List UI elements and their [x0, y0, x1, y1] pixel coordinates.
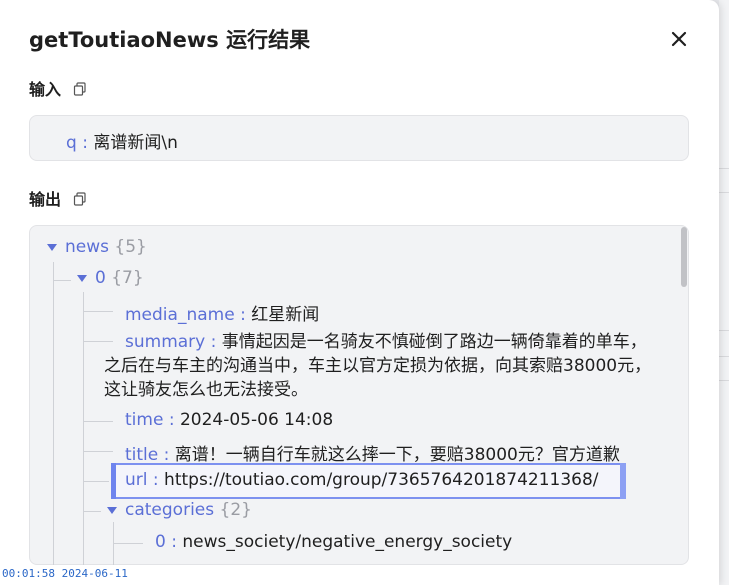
close-icon[interactable]: [668, 28, 690, 50]
tree-guide-line: [83, 481, 109, 482]
field-separator: :: [205, 332, 222, 352]
background-divider: [719, 380, 729, 381]
tree-field-time: time : 2024-05-06 14:08: [125, 410, 333, 430]
input-section-header: 输入: [29, 76, 87, 100]
field-separator: :: [234, 305, 252, 325]
field-value-line: 之后在与车主的沟通当中，车主以官方定损为依据，向其索赔38000元，: [104, 356, 652, 376]
copy-icon[interactable]: [73, 191, 87, 206]
field-key: title: [125, 445, 159, 465]
output-scrollbar[interactable]: [681, 227, 687, 287]
run-result-dialog: getToutiaoNews 运行结果 输入 q : 离谱新闻\n 输出 new…: [0, 0, 719, 585]
selection-marker-left: [111, 463, 116, 499]
field-separator: :: [165, 532, 183, 552]
background-divider: [719, 192, 729, 193]
input-param-separator: :: [76, 133, 94, 153]
background-window-edge: [719, 0, 729, 585]
input-param-key: q: [66, 133, 77, 153]
tree-guide-line: [83, 451, 113, 452]
selection-marker-right: [620, 463, 626, 499]
field-key: summary: [125, 332, 206, 352]
tree-guide-line: [53, 280, 71, 281]
tree-field-media-name: media_name : 红星新闻: [125, 300, 319, 325]
field-value: 2024-05-06 14:08: [179, 410, 334, 430]
input-label: 输入: [29, 80, 62, 99]
tree-key: categories: [125, 500, 215, 520]
tree-node-item-0[interactable]: 0 {7}: [77, 268, 144, 288]
field-key: time: [125, 410, 164, 430]
tree-key: 0: [95, 268, 106, 288]
tree-count: {5}: [114, 237, 147, 257]
output-label: 输出: [29, 190, 62, 209]
tree-field-url[interactable]: url : https://toutiao.com/group/73657642…: [125, 470, 599, 490]
tree-key: news: [65, 237, 109, 257]
tree-guide-line: [113, 543, 143, 544]
input-param-value: 离谱新闻\n: [93, 133, 178, 153]
tree-guide-line: [53, 262, 54, 565]
tree-guide-line: [83, 421, 113, 422]
tree-count: {7}: [111, 268, 144, 288]
tree-guide-line: [83, 292, 84, 565]
field-separator: :: [163, 410, 180, 430]
tree-count: {2}: [219, 500, 252, 520]
input-panel: q : 离谱新闻\n: [29, 115, 689, 161]
tree-guide-line: [83, 311, 113, 312]
close-button[interactable]: [668, 28, 690, 50]
background-divider: [719, 168, 729, 169]
tree-guide-line: [83, 511, 101, 512]
caret-down-icon[interactable]: [107, 506, 117, 514]
field-value[interactable]: https://toutiao.com/group/73657642018742…: [164, 470, 598, 490]
field-value: 离谱！一辆自行车就这么摔一下，要赔38000元？官方道歉: [174, 445, 620, 465]
field-value-line: 这让骑友怎么也无法接受。: [104, 380, 308, 400]
output-section-header: 输出: [29, 186, 87, 210]
tree-node-categories[interactable]: categories {2}: [107, 500, 252, 520]
caret-down-icon[interactable]: [77, 274, 87, 282]
background-divider: [719, 356, 729, 357]
tree-field-title: title : 离谱！一辆自行车就这么摔一下，要赔38000元？官方道歉: [125, 440, 620, 465]
field-value: news_society/negative_energy_society: [182, 532, 513, 552]
field-separator: :: [147, 470, 165, 490]
field-key: 0: [155, 532, 166, 552]
tree-node-news[interactable]: news {5}: [47, 237, 147, 257]
background-divider: [719, 330, 729, 331]
field-separator: :: [158, 445, 175, 465]
recording-timestamp: 00:01:58 2024-06-11: [2, 567, 128, 580]
field-value: 红星新闻: [251, 305, 320, 325]
caret-down-icon[interactable]: [47, 243, 57, 251]
dialog-title: getToutiaoNews 运行结果: [29, 28, 311, 52]
field-key: url: [125, 470, 148, 490]
field-key: media_name: [125, 305, 235, 325]
input-param-row: q : 离谱新闻\n: [66, 128, 178, 153]
field-value-line: 事情起因是一名骑友不慎碰倒了路边一辆倚靠着的单车，: [221, 332, 647, 352]
copy-icon[interactable]: [73, 81, 87, 96]
tree-field-summary: summary : 事情起因是一名骑友不慎碰倒了路边一辆倚靠着的单车， 之后在与…: [104, 330, 664, 402]
tree-field-category-0: 0 : news_society/negative_energy_society: [155, 532, 512, 552]
